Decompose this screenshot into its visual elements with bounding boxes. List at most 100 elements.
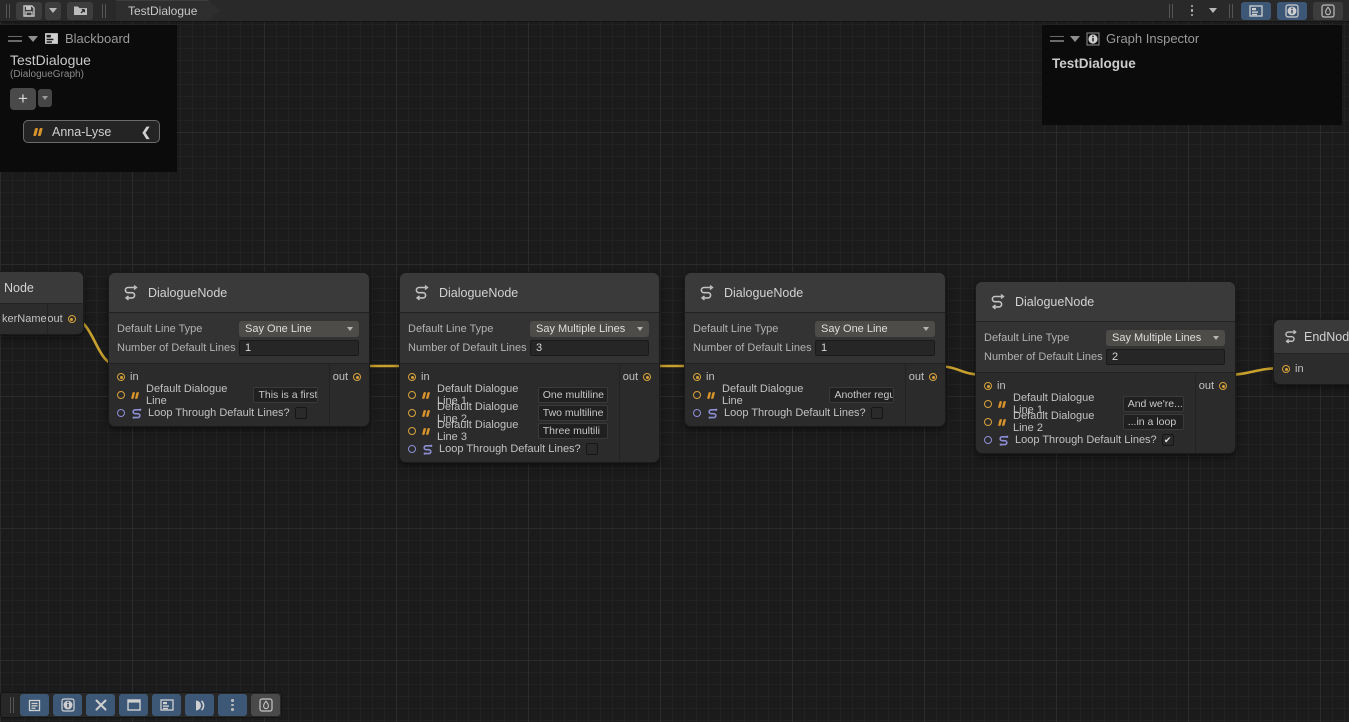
input-port[interactable] [117,373,125,381]
blackboard-button[interactable] [152,694,181,716]
window-button[interactable] [119,694,148,716]
dropdown-value: Say One Line [245,323,312,335]
blackboard-panel: Blackboard TestDialogue (DialogueGraph) … [0,25,177,172]
collapse-arrow-icon[interactable] [28,36,38,42]
info-button[interactable] [53,694,82,716]
dialogue-node-4[interactable]: DialogueNode Default Line Type Say Multi… [975,281,1236,454]
line-port[interactable] [984,418,992,426]
line-text-field[interactable]: This is a first [253,387,318,403]
line-text-field[interactable]: Another regu [829,387,894,403]
tab-label: TestDialogue [128,4,197,18]
num-lines-field[interactable]: 1 [815,340,935,356]
overflow-menu-button[interactable] [1179,2,1205,20]
output-port[interactable] [68,315,76,323]
field-value: Three multili [543,425,600,437]
toggle-inspector-button[interactable] [1277,2,1307,20]
loop-checkbox[interactable]: ✔ [1162,434,1174,446]
kebab-icon [231,699,234,711]
num-lines-field[interactable]: 1 [239,340,359,356]
output-port[interactable] [929,373,937,381]
line-type-dropdown[interactable]: Say Multiple Lines [1106,330,1225,346]
line-type-dropdown[interactable]: Say Multiple Lines [530,321,649,337]
field-value: 2 [1112,351,1118,363]
input-port[interactable] [408,373,416,381]
loop-port[interactable] [984,436,992,444]
input-port[interactable] [1282,365,1290,373]
collapse-arrow-icon[interactable] [1070,36,1080,42]
loop-port[interactable] [408,445,416,453]
folder-open-icon [73,4,88,17]
tools-button[interactable] [86,694,115,716]
add-property-dropdown[interactable] [38,89,52,107]
num-lines-label: Number of Default Lines [408,342,530,354]
more-options-button[interactable] [218,694,247,716]
toolbar-drag-handle[interactable] [6,4,10,18]
line-port[interactable] [408,409,416,417]
open-asset-button[interactable] [67,2,93,20]
dialogue-line-row: Default Dialogue Line 2 ...in a loop [976,413,1195,431]
num-lines-field[interactable]: 2 [1106,349,1225,365]
loop-icon [421,443,434,456]
line-type-label: Default Line Type [693,323,815,335]
flame-icon [1321,4,1335,18]
minimap-button[interactable] [185,694,214,716]
drag-handle-icon[interactable] [1050,36,1064,42]
toggle-flame-button[interactable] [1313,2,1343,20]
line-port[interactable] [984,400,992,408]
overflow-menu-caret[interactable] [1205,2,1221,20]
line-port[interactable] [117,391,125,399]
num-lines-field[interactable]: 3 [530,340,649,356]
line-text-field[interactable]: And we're... [1123,396,1184,412]
loop-checkbox[interactable] [295,407,307,419]
drag-handle-icon[interactable] [8,36,22,42]
start-node[interactable]: Node kerName out [0,271,84,335]
output-port[interactable] [353,373,361,381]
line-type-dropdown[interactable]: Say One Line [239,321,359,337]
dialogue-line-row: Default Dialogue Line This is a first [109,386,329,404]
tab-testdialogue[interactable]: TestDialogue [116,1,219,21]
loop-port[interactable] [693,409,701,417]
line-text-field[interactable]: One multiline [538,387,608,403]
blackboard-field-annalyse[interactable]: Anna-Lyse ❮ [23,120,160,143]
loop-checkbox[interactable] [586,443,598,455]
notes-button[interactable] [20,694,49,716]
toolbar-drag-handle[interactable] [10,697,14,713]
line-label: Default Dialogue Line 3 [437,419,533,443]
out-port-label: out [333,371,348,383]
line-type-dropdown[interactable]: Say One Line [815,321,935,337]
graph-canvas[interactable]: TestDialogue [0,0,1349,722]
chevron-left-icon[interactable]: ❮ [141,125,151,139]
loop-checkbox[interactable] [871,407,883,419]
line-port[interactable] [693,391,701,399]
line-port[interactable] [408,427,416,435]
end-node[interactable]: EndNode in [1273,319,1349,385]
output-port[interactable] [643,373,651,381]
line-label: Default Dialogue Line 2 [1013,410,1118,434]
loop-label: Loop Through Default Lines? [148,407,290,419]
loop-port[interactable] [117,409,125,417]
blackboard-header[interactable]: Blackboard [0,25,177,50]
output-port[interactable] [1219,382,1227,390]
input-port[interactable] [984,382,992,390]
input-port[interactable] [693,373,701,381]
line-text-field[interactable]: ...in a loop [1123,414,1184,430]
line-text-field[interactable]: Three multili [538,423,608,439]
output-port-row: out [620,368,659,386]
save-button[interactable] [16,2,42,20]
inspector-header[interactable]: Graph Inspector [1042,25,1342,50]
checkmark: ✔ [1164,435,1172,446]
line-label: Default Dialogue Line [146,383,248,407]
toggle-blackboard-button[interactable] [1241,2,1271,20]
save-options-dropdown[interactable] [45,2,61,20]
line-text-field[interactable]: Two multiline [538,405,608,421]
add-property-button[interactable]: + [10,88,36,110]
loop-icon [130,407,143,420]
quote-icon [997,400,1008,409]
line-port[interactable] [408,391,416,399]
dialogue-node-3[interactable]: DialogueNode Default Line Type Say One L… [684,272,946,427]
quote-icon [421,391,432,400]
out-port-label: out [1199,380,1214,392]
dialogue-node-1[interactable]: DialogueNode Default Line Type Say One L… [108,272,370,427]
flame-button[interactable] [251,694,280,716]
dialogue-node-2[interactable]: DialogueNode Default Line Type Say Multi… [399,272,660,463]
